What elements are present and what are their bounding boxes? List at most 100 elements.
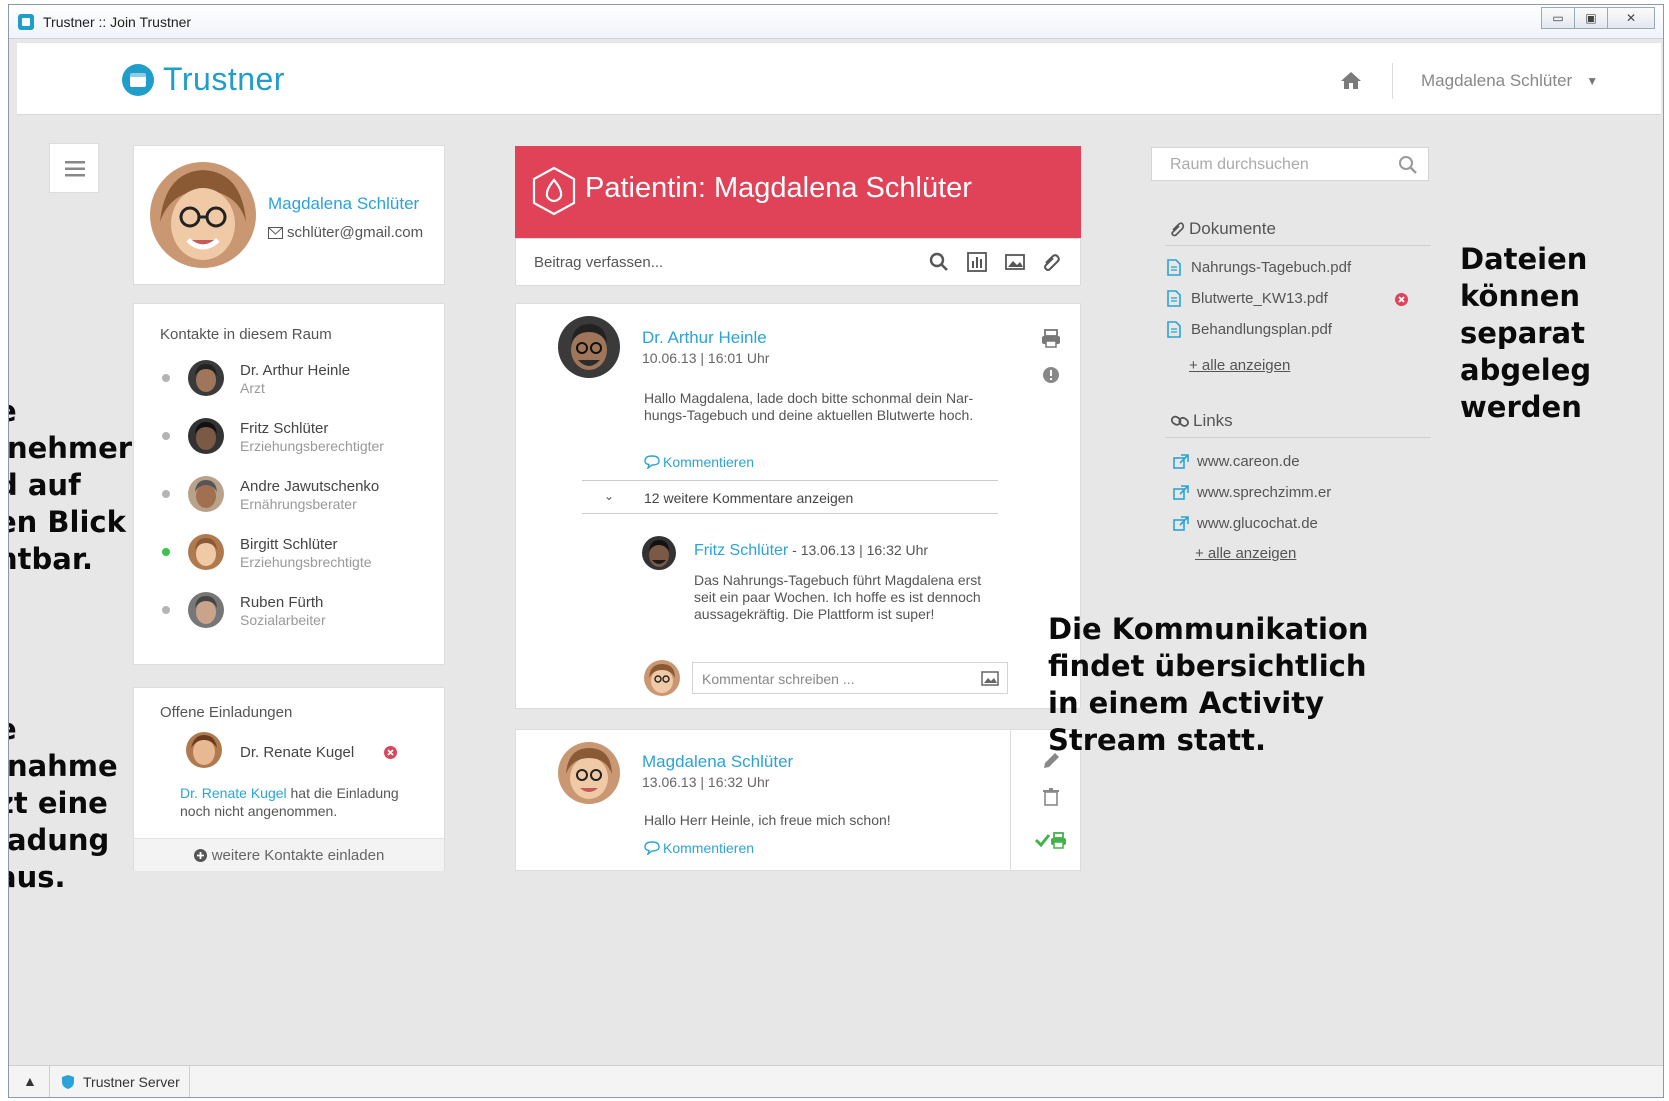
current-user-avatar <box>644 660 680 696</box>
brand-name: Trustner <box>163 61 285 97</box>
post-author-avatar[interactable] <box>558 742 620 804</box>
browser-window: Trustner :: Join Trustner ▭ ▣ ✕ Trustner… <box>8 4 1664 1098</box>
comment-label: Kommentieren <box>663 840 755 856</box>
trustner-app-icon <box>18 14 34 30</box>
post-text-line: hungs-Tagebuch und deine aktuellen Blutw… <box>644 407 974 423</box>
link-item[interactable]: www.glucochat.de <box>1173 515 1318 532</box>
comment-label: Kommentieren <box>663 454 755 470</box>
post-actions-divider <box>1010 730 1011 870</box>
chevron-down-icon: ▼ <box>1586 74 1599 88</box>
profile-card: Magdalena Schlüter schlüter@gmail.com <box>133 145 445 285</box>
contact-avatar[interactable] <box>188 360 224 396</box>
contact-role: Sozialarbeiter <box>240 612 326 628</box>
remove-invitation-icon[interactable] <box>384 746 397 759</box>
documents-show-all-link[interactable]: + alle anzeigen <box>1189 357 1290 374</box>
post-text: Hallo Herr Heinle, ich freue mich schon! <box>644 812 891 828</box>
close-button[interactable]: ✕ <box>1607 7 1655 29</box>
search-icon[interactable] <box>928 251 950 273</box>
invite-more-button[interactable]: weitere Kontakte einladen <box>134 838 444 871</box>
comment-button[interactable]: Kommentieren <box>644 454 754 470</box>
contact-avatar[interactable] <box>188 592 224 628</box>
contact-item[interactable]: Birgitt Schlüter Erziehungsbrechtigte <box>134 530 444 580</box>
envelope-icon <box>268 226 283 239</box>
presence-status-dot <box>162 548 170 556</box>
chart-icon[interactable] <box>966 251 988 273</box>
trash-icon[interactable] <box>1040 786 1062 808</box>
contacts-title: Kontakte in diesem Raum <box>160 326 332 343</box>
post-author[interactable]: Dr. Arthur Heinle <box>642 328 767 348</box>
more-comments-toggle[interactable]: ⌄ 12 weitere Kommentare anzeigen <box>582 480 998 514</box>
documents-header: Dokumente <box>1169 219 1276 239</box>
room-search-input[interactable]: Raum durchsuchen <box>1151 147 1429 181</box>
invite-more-label: weitere Kontakte einladen <box>211 846 385 864</box>
profile-email-row: schlüter@gmail.com <box>268 224 423 241</box>
image-icon[interactable] <box>1004 251 1026 273</box>
compose-input[interactable]: Beitrag verfassen... <box>534 254 663 271</box>
contact-avatar[interactable] <box>188 418 224 454</box>
comment-button[interactable]: Kommentieren <box>644 840 754 856</box>
print-icon[interactable] <box>1040 328 1062 350</box>
reply-author[interactable]: Fritz Schlüter <box>694 542 788 559</box>
presence-status-dot <box>162 606 170 614</box>
annotation-line: ladung <box>8 823 110 857</box>
document-item[interactable]: Nahrungs-Tagebuch.pdf <box>1167 259 1351 276</box>
contact-role: Erziehungsberechtigter <box>240 438 384 454</box>
annotation-line: lnahme <box>8 749 118 783</box>
contacts-card: Kontakte in diesem Raum Dr. Arthur Heinl… <box>133 303 445 665</box>
image-icon[interactable] <box>981 671 999 686</box>
document-item[interactable]: Blutwerte_KW13.pdf <box>1167 290 1328 307</box>
confirm-print-icon[interactable] <box>1034 830 1068 850</box>
document-item[interactable]: Behandlungsplan.pdf <box>1167 321 1332 338</box>
header-divider <box>1392 63 1393 99</box>
external-link-icon <box>1173 453 1189 469</box>
post-author-avatar[interactable] <box>558 316 620 378</box>
contact-item[interactable]: Ruben Fürth Sozialarbeiter <box>134 588 444 638</box>
chevron-up-icon[interactable]: ▲ <box>23 1073 37 1089</box>
annotation-files: Dateien können separat abgeleg werden <box>1460 241 1591 426</box>
post-text-line: Hallo Magdalena, lade doch bitte schonma… <box>644 390 974 406</box>
contact-item[interactable]: Fritz Schlüter Erziehungsberechtigter <box>134 414 444 464</box>
reply-header: Fritz Schlüter - 13.06.13 | 16:32 Uhr <box>694 542 928 560</box>
post-card: Dr. Arthur Heinle 10.06.13 | 16:01 Uhr H… <box>515 303 1081 709</box>
document-icon <box>1167 259 1181 276</box>
invitation-note: Dr. Renate Kugel hat die Einladung noch … <box>180 784 399 820</box>
profile-avatar[interactable] <box>150 162 256 268</box>
annotation-line: en Blick <box>8 505 126 539</box>
search-icon[interactable] <box>1398 155 1418 175</box>
profile-name[interactable]: Magdalena Schlüter <box>268 194 419 214</box>
contact-item[interactable]: Andre Jawutschenko Ernährungsberater <box>134 472 444 522</box>
reply-author-avatar[interactable] <box>642 536 676 570</box>
window-title: Trustner :: Join Trustner <box>43 14 192 30</box>
annotation-line: d auf <box>9 468 81 502</box>
more-comments-label: 12 weitere Kommentare anzeigen <box>644 490 854 506</box>
contact-name: Ruben Fürth <box>240 594 324 611</box>
app-header: Trustner Magdalena Schlüter ▼ <box>17 43 1661 115</box>
invitee-avatar[interactable] <box>186 732 222 768</box>
contact-avatar[interactable] <box>188 534 224 570</box>
taskbar-label[interactable]: Trustner Server <box>83 1074 180 1090</box>
maximize-button[interactable]: ▣ <box>1574 7 1608 29</box>
presence-status-dot <box>162 432 170 440</box>
paperclip-icon[interactable] <box>1040 251 1062 273</box>
contact-avatar[interactable] <box>188 476 224 512</box>
external-link-icon <box>1173 515 1189 531</box>
home-icon[interactable] <box>1340 69 1362 91</box>
links-show-all-link[interactable]: + alle anzeigen <box>1195 545 1296 562</box>
brand-logo[interactable]: Trustner <box>121 61 285 98</box>
contact-item[interactable]: Dr. Arthur Heinle Arzt <box>134 356 444 406</box>
chevron-down-icon: ⌄ <box>604 489 615 503</box>
minimize-button[interactable]: ▭ <box>1541 7 1575 29</box>
trustner-logo-icon <box>122 63 154 96</box>
annotation-line: findet übersichtlich <box>1048 649 1367 683</box>
alert-icon[interactable] <box>1040 364 1062 386</box>
comment-input-placeholder: Kommentar schreiben ... <box>702 671 855 687</box>
remove-document-icon[interactable] <box>1395 293 1408 306</box>
link-item[interactable]: www.careon.de <box>1173 453 1300 470</box>
invitation-note-name[interactable]: Dr. Renate Kugel <box>180 785 287 801</box>
post-author[interactable]: Magdalena Schlüter <box>642 752 793 772</box>
link-item[interactable]: www.sprechzimm.er <box>1173 484 1331 501</box>
user-menu[interactable]: Magdalena Schlüter ▼ <box>1421 71 1598 91</box>
menu-toggle-button[interactable] <box>49 143 99 193</box>
comment-input[interactable]: Kommentar schreiben ... <box>692 662 1008 694</box>
section-divider <box>1165 245 1431 246</box>
